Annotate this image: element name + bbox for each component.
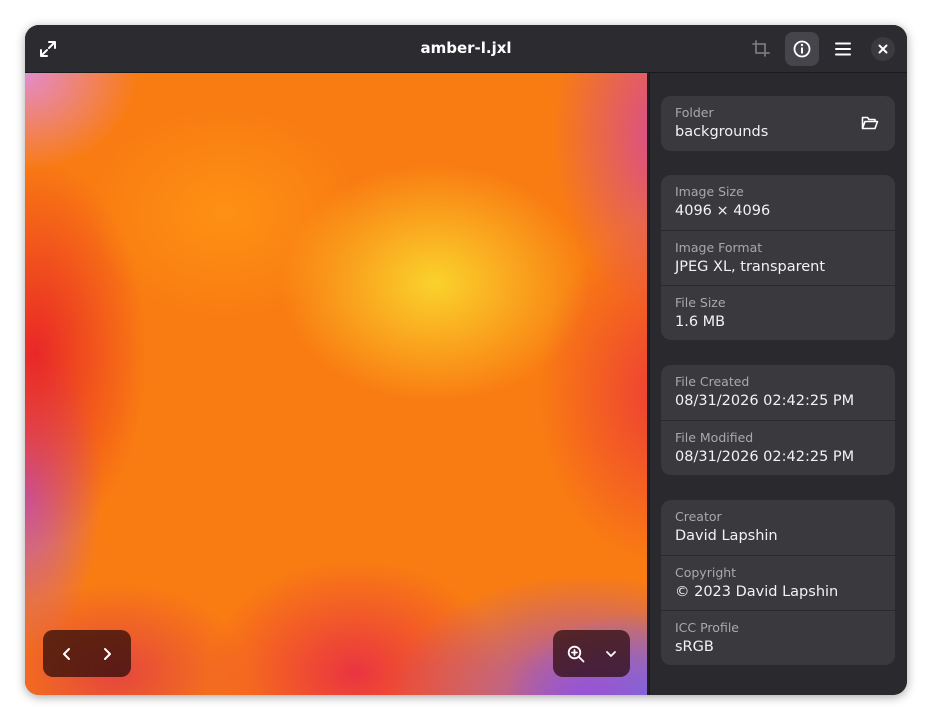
folder-label: Folder [675,105,714,120]
image-viewer-window: amber-l.jxl Folder backgrounds Image Siz… [25,25,907,695]
image-format-label: Image Format [675,240,763,255]
metadata-group: Creator David Lapshin Copyright © 2023 D… [661,500,895,665]
fullscreen-icon [40,41,56,57]
chevron-left-icon [63,647,70,660]
zoom-controls [553,630,630,677]
main-menu-button[interactable] [826,32,860,66]
creator-value: David Lapshin [675,528,778,544]
creator-row: Creator David Lapshin [661,500,895,555]
icc-profile-value: sRGB [675,639,714,655]
file-size-value: 1.6 MB [675,314,726,330]
image-info-group: Image Size 4096 × 4096 Image Format JPEG… [661,175,895,340]
zoom-in-button[interactable] [557,635,595,673]
icc-profile-label: ICC Profile [675,620,739,635]
info-button[interactable] [785,32,819,66]
copyright-row: Copyright © 2023 David Lapshin [661,555,895,610]
folder-row: Folder backgrounds [661,96,895,151]
image-size-row: Image Size 4096 × 4096 [661,175,895,230]
copyright-label: Copyright [675,565,737,580]
creator-label: Creator [675,509,722,524]
image-format-row: Image Format JPEG XL, transparent [661,230,895,285]
chevron-down-icon [606,650,616,657]
close-button[interactable] [871,37,895,61]
file-modified-label: File Modified [675,430,754,445]
close-icon [878,44,888,54]
navigation-controls [43,630,131,677]
zoom-in-icon [567,645,585,662]
file-modified-row: File Modified 08/31/2026 02:42:25 PM [661,420,895,475]
next-image-button[interactable] [88,635,126,673]
file-modified-value: 08/31/2026 02:42:25 PM [675,449,855,465]
hamburger-menu-icon [835,42,851,56]
image-size-label: Image Size [675,184,744,199]
file-size-label: File Size [675,295,726,310]
chevron-right-icon [104,647,111,660]
image-size-value: 4096 × 4096 [675,203,771,219]
file-size-row: File Size 1.6 MB [661,285,895,340]
open-folder-button[interactable] [855,108,885,138]
image-format-value: JPEG XL, transparent [675,259,826,275]
headerbar: amber-l.jxl [25,25,907,73]
file-created-row: File Created 08/31/2026 02:42:25 PM [661,365,895,420]
info-icon [793,40,811,58]
properties-sidebar: Folder backgrounds Image Size 4096 × 409… [649,73,907,695]
previous-image-button[interactable] [48,635,86,673]
folder-group: Folder backgrounds [661,96,895,151]
file-created-value: 08/31/2026 02:42:25 PM [675,393,855,409]
folder-value: backgrounds [675,124,769,140]
copyright-value: © 2023 David Lapshin [675,584,839,600]
file-dates-group: File Created 08/31/2026 02:42:25 PM File… [661,365,895,475]
crop-button[interactable] [744,32,778,66]
fullscreen-button[interactable] [31,32,65,66]
folder-open-icon [861,116,879,130]
crop-icon [752,40,770,57]
file-created-label: File Created [675,374,750,389]
icc-profile-row: ICC Profile sRGB [661,610,895,665]
zoom-menu-button[interactable] [592,635,630,673]
image-canvas[interactable] [25,73,647,695]
